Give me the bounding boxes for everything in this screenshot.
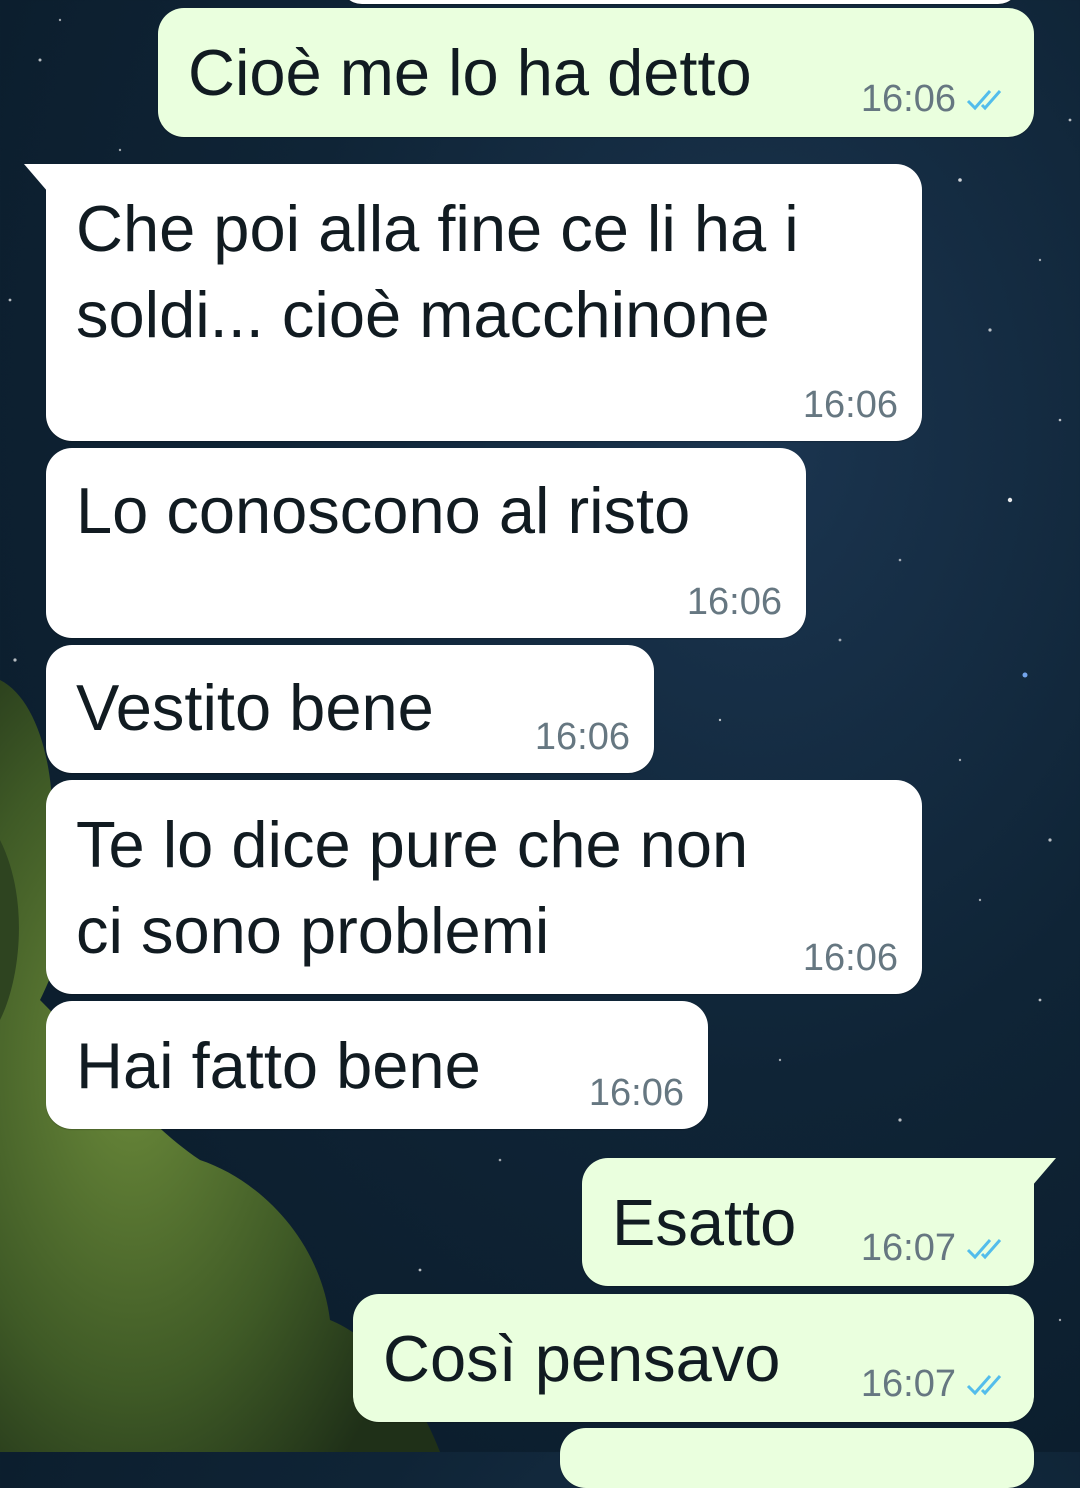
message-text: Hai fatto bene xyxy=(76,1029,481,1102)
message-time: 16:06 xyxy=(802,384,898,426)
message-meta: 16:07 xyxy=(861,1227,1010,1272)
message-text: Così pensavo xyxy=(383,1322,781,1395)
message-text: Esatto xyxy=(612,1186,797,1259)
message-text: Cioè me lo ha detto xyxy=(188,36,752,109)
bubble-tail-icon xyxy=(1032,1158,1056,1186)
partial-message-bubble-bottom xyxy=(560,1428,1034,1488)
message-time: 16:07 xyxy=(860,1363,956,1405)
bubble-tail-icon xyxy=(24,164,48,192)
message-text: Lo conoscono al risto xyxy=(76,474,691,547)
partial-message-bubble-top xyxy=(340,0,1020,4)
double-check-icon xyxy=(966,1365,1010,1408)
message-bubble-outgoing[interactable]: Cioè me lo ha detto 16:06 xyxy=(158,8,1034,137)
message-time: 16:07 xyxy=(860,1227,956,1269)
message-text: Te lo dice pure che non ci sono problemi xyxy=(76,808,749,967)
message-bubble-incoming[interactable]: Lo conoscono al risto 16:06 xyxy=(46,448,806,638)
message-bubble-incoming[interactable]: Te lo dice pure che non ci sono problemi… xyxy=(46,780,922,994)
message-text: Vestito bene xyxy=(76,671,434,744)
message-time: 16:06 xyxy=(686,581,782,623)
message-bubble-incoming[interactable]: Hai fatto bene 16:06 xyxy=(46,1001,708,1129)
message-bubble-outgoing[interactable]: Esatto 16:07 xyxy=(582,1158,1056,1286)
message-meta: 16:07 xyxy=(861,1363,1010,1408)
message-bubble-incoming[interactable]: Vestito bene 16:06 xyxy=(46,645,654,773)
message-time: 16:06 xyxy=(588,1072,684,1114)
message-time: 16:06 xyxy=(802,937,898,979)
message-time: 16:06 xyxy=(534,716,630,758)
message-bubble-outgoing[interactable]: Così pensavo 16:07 xyxy=(353,1294,1034,1422)
message-meta: 16:06 xyxy=(861,78,1010,123)
double-check-icon xyxy=(966,80,1010,123)
message-bubble-incoming[interactable]: Che poi alla fine ce li ha i soldi... ci… xyxy=(24,164,922,441)
message-text: Che poi alla fine ce li ha i soldi... ci… xyxy=(76,192,799,351)
message-time: 16:06 xyxy=(860,78,956,120)
double-check-icon xyxy=(966,1229,1010,1272)
